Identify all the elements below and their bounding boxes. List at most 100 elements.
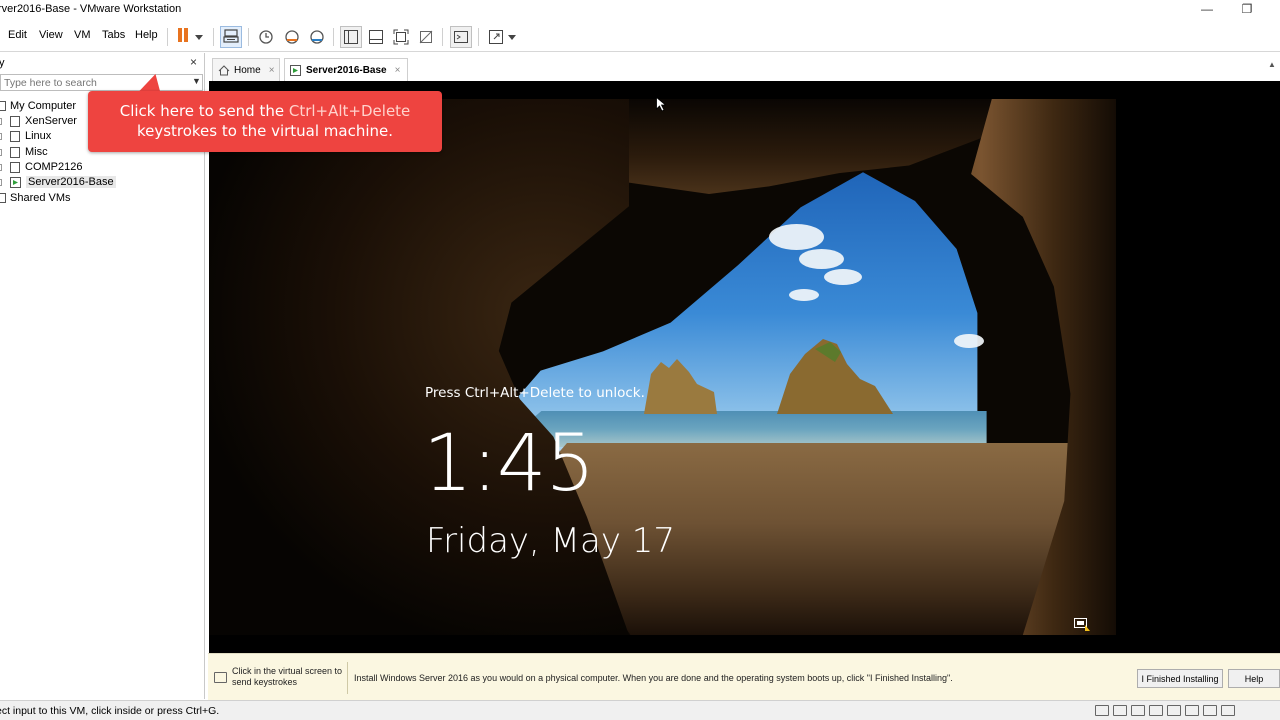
chevron-down-icon bbox=[508, 34, 516, 40]
tree-item-shared-vms[interactable]: Shared VMs bbox=[0, 192, 71, 204]
library-title: y bbox=[0, 57, 5, 69]
toolbar-separator bbox=[333, 28, 334, 46]
console-view-button[interactable] bbox=[450, 26, 472, 48]
show-library-icon bbox=[344, 30, 358, 44]
tab-home[interactable]: Home × bbox=[212, 58, 280, 81]
scroll-up-icon[interactable]: ▲ bbox=[1268, 60, 1276, 69]
thumbnail-bar-button[interactable] bbox=[365, 26, 387, 48]
stretch-dropdown-button[interactable] bbox=[506, 26, 518, 48]
menu-view[interactable]: View bbox=[39, 29, 63, 41]
tab-server2016-base-close-button[interactable]: × bbox=[395, 65, 401, 76]
display-icon[interactable] bbox=[1203, 705, 1217, 716]
power-dropdown-button[interactable] bbox=[192, 26, 206, 48]
snapshot-manager-button[interactable] bbox=[306, 26, 328, 48]
expand-icon bbox=[0, 132, 2, 140]
tab-home-close-button[interactable]: × bbox=[269, 65, 275, 76]
expand-icon bbox=[0, 178, 2, 186]
close-library-button[interactable]: × bbox=[190, 55, 197, 69]
unity-icon bbox=[419, 30, 433, 44]
tutorial-callout: Click here to send the Ctrl+Alt+Delete k… bbox=[88, 91, 442, 152]
keyboard-icon bbox=[214, 672, 227, 683]
tab-server2016-base[interactable]: Server2016-Base × bbox=[284, 58, 408, 81]
stretch-guest-button[interactable] bbox=[485, 26, 507, 48]
hard-disk-icon[interactable] bbox=[1095, 705, 1109, 716]
chevron-down-icon bbox=[195, 34, 203, 40]
ease-of-access-icon[interactable] bbox=[1074, 618, 1091, 632]
library-search[interactable]: ▼ bbox=[0, 74, 203, 91]
send-ctrl-alt-del-button[interactable] bbox=[220, 26, 242, 48]
maximize-button[interactable]: ❐ bbox=[1238, 2, 1256, 18]
running-vm-icon bbox=[290, 64, 301, 76]
menu-help[interactable]: Help bbox=[135, 29, 158, 41]
printer-icon[interactable] bbox=[1185, 705, 1199, 716]
hint-separator bbox=[347, 662, 348, 694]
toolbar: Edit View VM Tabs Help bbox=[0, 22, 1280, 52]
vm-icon bbox=[10, 130, 20, 142]
full-screen-button[interactable] bbox=[390, 26, 412, 48]
tree-item-comp2126[interactable]: COMP2126 bbox=[0, 161, 82, 173]
snapshot-icon bbox=[259, 30, 273, 44]
toolbar-separator bbox=[248, 28, 249, 46]
full-screen-icon bbox=[393, 29, 409, 45]
callout-line-1: Click here to send the Ctrl+Alt+Delete bbox=[119, 102, 411, 120]
help-button[interactable]: Help bbox=[1228, 669, 1280, 688]
vm-icon bbox=[10, 146, 20, 158]
snapshot-manager-icon bbox=[310, 30, 324, 44]
hint-install-message: Install Windows Server 2016 as you would… bbox=[354, 673, 953, 683]
vm-icon bbox=[10, 161, 20, 173]
toolbar-separator bbox=[167, 28, 168, 46]
console-view-icon bbox=[454, 31, 468, 43]
expand-icon bbox=[0, 117, 2, 125]
toolbar-separator bbox=[442, 28, 443, 46]
toolbar-separator bbox=[478, 28, 479, 46]
thumbnail-bar-icon bbox=[369, 30, 383, 44]
tree-item-xenserver[interactable]: XenServer bbox=[0, 115, 77, 127]
computer-icon bbox=[0, 101, 6, 111]
message-log-icon[interactable] bbox=[1221, 705, 1235, 716]
status-message: ect input to this VM, click inside or pr… bbox=[0, 705, 220, 717]
tree-item-my-computer[interactable]: My Computer bbox=[0, 100, 76, 112]
send-ctrl-alt-del-icon bbox=[223, 29, 239, 43]
tree-item-server2016-base[interactable]: Server2016-Base bbox=[0, 176, 116, 188]
network-adapter-icon[interactable] bbox=[1131, 705, 1145, 716]
expand-icon bbox=[0, 163, 2, 171]
menu-edit[interactable]: Edit bbox=[8, 29, 27, 41]
tree-item-misc[interactable]: Misc bbox=[0, 146, 48, 158]
hint-bar: Click in the virtual screen to send keys… bbox=[208, 653, 1280, 700]
unity-button[interactable] bbox=[415, 26, 437, 48]
revert-snapshot-icon bbox=[285, 30, 299, 44]
usb-controller-icon[interactable] bbox=[1149, 705, 1163, 716]
shared-vms-icon bbox=[0, 193, 6, 203]
minimize-button[interactable]: — bbox=[1198, 2, 1216, 18]
vm-console-screen[interactable]: Press Ctrl+Alt+Delete to unlock. 1:45 Fr… bbox=[209, 81, 1280, 653]
take-snapshot-button[interactable] bbox=[255, 26, 277, 48]
status-bar: ect input to this VM, click inside or pr… bbox=[0, 700, 1280, 720]
running-vm-icon bbox=[10, 176, 22, 188]
pause-button[interactable] bbox=[176, 22, 190, 50]
callout-line-2: keystrokes to the virtual machine. bbox=[136, 122, 394, 140]
toolbar-separator bbox=[213, 28, 214, 46]
unlock-hint: Press Ctrl+Alt+Delete to unlock. bbox=[425, 385, 645, 401]
tab-home-label: Home bbox=[234, 64, 261, 76]
device-icons bbox=[1095, 705, 1235, 716]
sound-card-icon[interactable] bbox=[1167, 705, 1181, 716]
tab-server2016-base-label: Server2016-Base bbox=[306, 64, 387, 76]
i-finished-installing-button[interactable]: I Finished Installing bbox=[1137, 669, 1223, 688]
window-title: rver2016-Base - VMware Workstation bbox=[0, 3, 182, 15]
tree-item-linux[interactable]: Linux bbox=[0, 130, 51, 142]
callout-highlight: Ctrl+Alt+Delete bbox=[288, 102, 411, 120]
stretch-guest-icon bbox=[489, 30, 503, 44]
wallpaper-sea-stack-right bbox=[777, 339, 893, 414]
show-library-button[interactable] bbox=[340, 26, 362, 48]
title-bar: rver2016-Base - VMware Workstation — ❐ bbox=[0, 0, 1280, 22]
menu-vm[interactable]: VM bbox=[74, 29, 91, 41]
hint-keystrokes-text: Click in the virtual screen to send keys… bbox=[232, 666, 343, 687]
cd-dvd-icon[interactable] bbox=[1113, 705, 1127, 716]
menu-tabs[interactable]: Tabs bbox=[102, 29, 125, 41]
tab-strip: Home × Server2016-Base × bbox=[208, 56, 1280, 81]
wallpaper-sea-stack-left bbox=[644, 359, 717, 414]
search-dropdown-icon[interactable]: ▼ bbox=[192, 76, 201, 86]
lockscreen-date: Friday, May 17 bbox=[426, 521, 676, 561]
revert-snapshot-button[interactable] bbox=[281, 26, 303, 48]
mouse-cursor-icon bbox=[656, 97, 666, 112]
